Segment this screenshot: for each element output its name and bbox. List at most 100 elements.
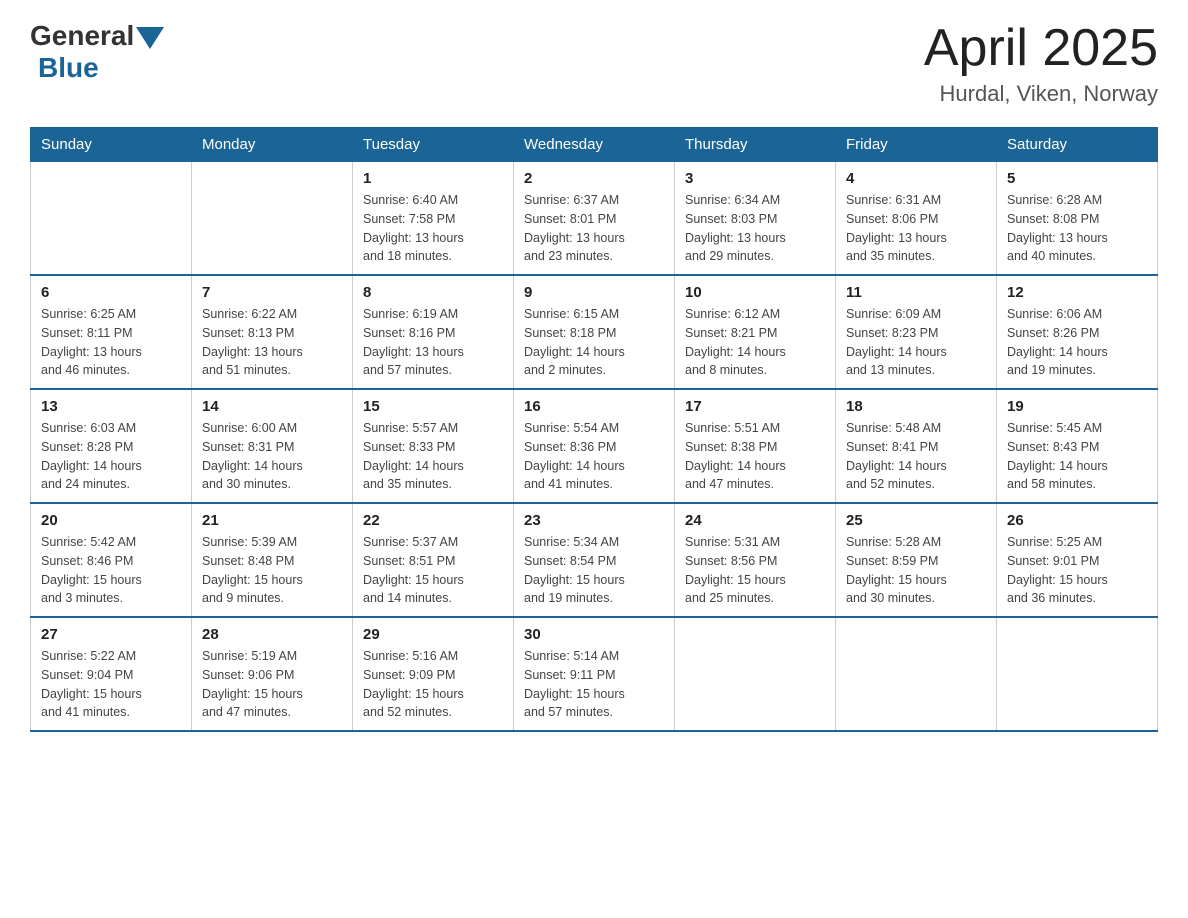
logo-triangle-icon <box>136 27 164 49</box>
day-number: 24 <box>685 512 825 529</box>
day-info: Sunrise: 5:34 AM Sunset: 8:54 PM Dayligh… <box>524 533 664 608</box>
day-info: Sunrise: 6:25 AM Sunset: 8:11 PM Dayligh… <box>41 305 181 380</box>
calendar-cell: 11 Sunrise: 6:09 AM Sunset: 8:23 PM Dayli… <box>836 275 997 389</box>
day-number: 17 <box>685 398 825 415</box>
calendar-cell: 26 Sunrise: 5:25 AM Sunset: 9:01 PM Dayli… <box>997 503 1158 617</box>
month-title: April 2025 <box>924 20 1158 77</box>
calendar-cell: 19Sunrise: 5:45 AM Sunset: 8:43 PM Dayli… <box>997 389 1158 503</box>
day-number: 26 <box>1007 512 1147 529</box>
calendar-cell: 24Sunrise: 5:31 AM Sunset: 8:56 PM Dayli… <box>675 503 836 617</box>
day-info: Sunrise: 6:22 AM Sunset: 8:13 PM Dayligh… <box>202 305 342 380</box>
day-number: 30 <box>524 626 664 643</box>
day-info: Sunrise: 6:12 AM Sunset: 8:21 PM Dayligh… <box>685 305 825 380</box>
calendar-cell: 8 Sunrise: 6:19 AM Sunset: 8:16 PM Daylig… <box>353 275 514 389</box>
calendar-cell: 9 Sunrise: 6:15 AM Sunset: 8:18 PM Daylig… <box>514 275 675 389</box>
calendar-cell: 27 Sunrise: 5:22 AM Sunset: 9:04 PM Dayli… <box>31 617 192 731</box>
day-info: Sunrise: 6:15 AM Sunset: 8:18 PM Dayligh… <box>524 305 664 380</box>
day-number: 9 <box>524 284 664 301</box>
day-number: 14 <box>202 398 342 415</box>
day-info: Sunrise: 5:16 AM Sunset: 9:09 PM Dayligh… <box>363 647 503 722</box>
weekday-header-friday: Friday <box>836 128 997 162</box>
calendar-cell: 29 Sunrise: 5:16 AM Sunset: 9:09 PM Dayli… <box>353 617 514 731</box>
calendar-cell <box>997 617 1158 731</box>
weekday-header-saturday: Saturday <box>997 128 1158 162</box>
day-number: 19 <box>1007 398 1147 415</box>
day-number: 15 <box>363 398 503 415</box>
weekday-header-thursday: Thursday <box>675 128 836 162</box>
day-info: Sunrise: 5:19 AM Sunset: 9:06 PM Dayligh… <box>202 647 342 722</box>
day-info: Sunrise: 5:57 AM Sunset: 8:33 PM Dayligh… <box>363 419 503 494</box>
calendar-cell: 23Sunrise: 5:34 AM Sunset: 8:54 PM Dayli… <box>514 503 675 617</box>
day-info: Sunrise: 6:40 AM Sunset: 7:58 PM Dayligh… <box>363 191 503 266</box>
page-header: General Blue April 2025 Hurdal, Viken, N… <box>30 20 1158 107</box>
day-number: 18 <box>846 398 986 415</box>
calendar-cell: 10 Sunrise: 6:12 AM Sunset: 8:21 PM Dayli… <box>675 275 836 389</box>
day-number: 29 <box>363 626 503 643</box>
location-title: Hurdal, Viken, Norway <box>924 81 1158 107</box>
day-number: 20 <box>41 512 181 529</box>
day-number: 21 <box>202 512 342 529</box>
day-info: Sunrise: 5:54 AM Sunset: 8:36 PM Dayligh… <box>524 419 664 494</box>
day-info: Sunrise: 6:31 AM Sunset: 8:06 PM Dayligh… <box>846 191 986 266</box>
day-info: Sunrise: 5:42 AM Sunset: 8:46 PM Dayligh… <box>41 533 181 608</box>
weekday-header-wednesday: Wednesday <box>514 128 675 162</box>
weekday-header-tuesday: Tuesday <box>353 128 514 162</box>
calendar-week-row: 1Sunrise: 6:40 AM Sunset: 7:58 PM Daylig… <box>31 162 1158 276</box>
day-info: Sunrise: 6:00 AM Sunset: 8:31 PM Dayligh… <box>202 419 342 494</box>
calendar-cell <box>192 162 353 276</box>
calendar-cell: 7 Sunrise: 6:22 AM Sunset: 8:13 PM Daylig… <box>192 275 353 389</box>
calendar-cell: 6 Sunrise: 6:25 AM Sunset: 8:11 PM Daylig… <box>31 275 192 389</box>
day-info: Sunrise: 5:51 AM Sunset: 8:38 PM Dayligh… <box>685 419 825 494</box>
day-info: Sunrise: 5:48 AM Sunset: 8:41 PM Dayligh… <box>846 419 986 494</box>
day-info: Sunrise: 5:37 AM Sunset: 8:51 PM Dayligh… <box>363 533 503 608</box>
day-info: Sunrise: 6:03 AM Sunset: 8:28 PM Dayligh… <box>41 419 181 494</box>
day-number: 7 <box>202 284 342 301</box>
weekday-header-monday: Monday <box>192 128 353 162</box>
day-number: 22 <box>363 512 503 529</box>
calendar-cell: 16 Sunrise: 5:54 AM Sunset: 8:36 PM Dayli… <box>514 389 675 503</box>
title-section: April 2025 Hurdal, Viken, Norway <box>924 20 1158 107</box>
day-number: 10 <box>685 284 825 301</box>
day-number: 27 <box>41 626 181 643</box>
weekday-header-sunday: Sunday <box>31 128 192 162</box>
calendar-cell: 21 Sunrise: 5:39 AM Sunset: 8:48 PM Dayli… <box>192 503 353 617</box>
calendar-cell: 4 Sunrise: 6:31 AM Sunset: 8:06 PM Daylig… <box>836 162 997 276</box>
calendar-cell: 1Sunrise: 6:40 AM Sunset: 7:58 PM Daylig… <box>353 162 514 276</box>
logo: General Blue <box>30 20 164 84</box>
calendar-cell: 25Sunrise: 5:28 AM Sunset: 8:59 PM Dayli… <box>836 503 997 617</box>
logo-general-text: General <box>30 20 134 52</box>
day-info: Sunrise: 5:39 AM Sunset: 8:48 PM Dayligh… <box>202 533 342 608</box>
calendar-cell: 2 Sunrise: 6:37 AM Sunset: 8:01 PM Daylig… <box>514 162 675 276</box>
day-number: 5 <box>1007 170 1147 187</box>
calendar-week-row: 13Sunrise: 6:03 AM Sunset: 8:28 PM Dayli… <box>31 389 1158 503</box>
calendar-cell: 22 Sunrise: 5:37 AM Sunset: 8:51 PM Dayli… <box>353 503 514 617</box>
day-number: 16 <box>524 398 664 415</box>
day-info: Sunrise: 5:22 AM Sunset: 9:04 PM Dayligh… <box>41 647 181 722</box>
calendar-week-row: 6 Sunrise: 6:25 AM Sunset: 8:11 PM Daylig… <box>31 275 1158 389</box>
day-number: 25 <box>846 512 986 529</box>
calendar-cell: 17 Sunrise: 5:51 AM Sunset: 8:38 PM Dayli… <box>675 389 836 503</box>
day-number: 6 <box>41 284 181 301</box>
day-number: 8 <box>363 284 503 301</box>
day-info: Sunrise: 6:19 AM Sunset: 8:16 PM Dayligh… <box>363 305 503 380</box>
day-number: 2 <box>524 170 664 187</box>
calendar-cell: 15 Sunrise: 5:57 AM Sunset: 8:33 PM Dayli… <box>353 389 514 503</box>
calendar-cell: 3 Sunrise: 6:34 AM Sunset: 8:03 PM Daylig… <box>675 162 836 276</box>
calendar-table: SundayMondayTuesdayWednesdayThursdayFrid… <box>30 127 1158 732</box>
day-info: Sunrise: 5:25 AM Sunset: 9:01 PM Dayligh… <box>1007 533 1147 608</box>
day-number: 11 <box>846 284 986 301</box>
day-info: Sunrise: 6:37 AM Sunset: 8:01 PM Dayligh… <box>524 191 664 266</box>
calendar-cell <box>31 162 192 276</box>
calendar-cell: 5 Sunrise: 6:28 AM Sunset: 8:08 PM Daylig… <box>997 162 1158 276</box>
weekday-header-row: SundayMondayTuesdayWednesdayThursdayFrid… <box>31 128 1158 162</box>
day-info: Sunrise: 6:28 AM Sunset: 8:08 PM Dayligh… <box>1007 191 1147 266</box>
calendar-cell: 28Sunrise: 5:19 AM Sunset: 9:06 PM Dayli… <box>192 617 353 731</box>
day-number: 4 <box>846 170 986 187</box>
calendar-cell: 30Sunrise: 5:14 AM Sunset: 9:11 PM Dayli… <box>514 617 675 731</box>
day-info: Sunrise: 6:34 AM Sunset: 8:03 PM Dayligh… <box>685 191 825 266</box>
day-info: Sunrise: 6:09 AM Sunset: 8:23 PM Dayligh… <box>846 305 986 380</box>
calendar-week-row: 20 Sunrise: 5:42 AM Sunset: 8:46 PM Dayli… <box>31 503 1158 617</box>
logo-blue-text: Blue <box>38 52 99 84</box>
calendar-cell: 12Sunrise: 6:06 AM Sunset: 8:26 PM Dayli… <box>997 275 1158 389</box>
day-number: 3 <box>685 170 825 187</box>
